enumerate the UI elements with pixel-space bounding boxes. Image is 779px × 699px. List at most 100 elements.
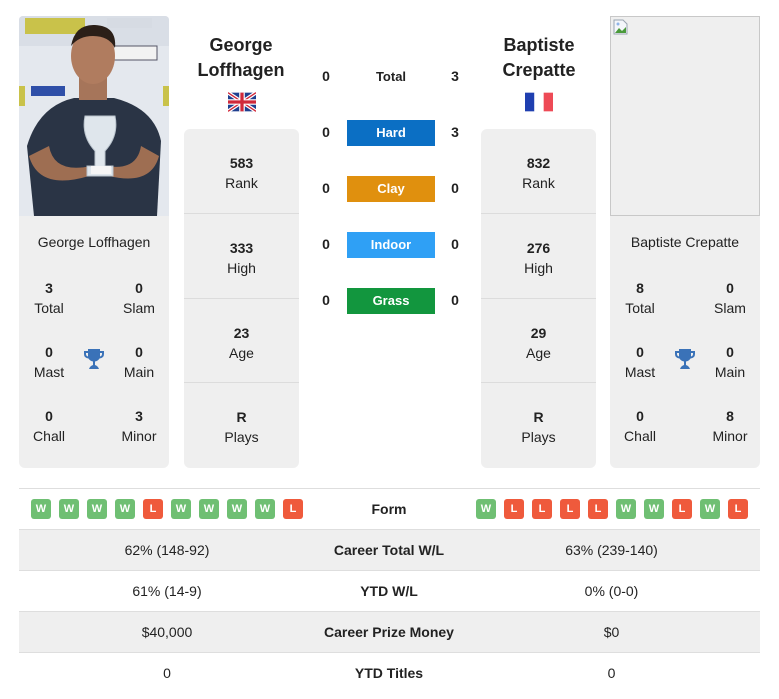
table-row: 0 YTD Titles 0 (19, 652, 760, 693)
player2-titles-main: 0 Main (700, 342, 760, 382)
h2h-p2-value: 0 (451, 236, 459, 252)
form-win-badge[interactable]: W (59, 499, 79, 519)
titles-main-label: Main (123, 364, 155, 380)
table-row: 61% (14-9) YTD W/L 0% (0-0) (19, 570, 760, 611)
france-flag-icon (525, 92, 553, 112)
form-loss-badge[interactable]: L (672, 499, 692, 519)
row-label: YTD Titles (354, 665, 424, 681)
h2h-p2-value: 0 (451, 292, 459, 308)
age-label: Age (229, 344, 254, 361)
titles-chall-label: Chall (33, 428, 65, 444)
age-label: Age (526, 344, 551, 361)
player1-titles-minor: 3 Minor (109, 406, 169, 446)
age-value: 29 (530, 324, 547, 341)
surface-badge-clay[interactable]: Clay (347, 176, 435, 202)
table-row: 62% (148-92) Career Total W/L 63% (239-1… (19, 529, 760, 570)
h2h-p1-value: 0 (322, 68, 330, 84)
titles-main-label: Main (714, 364, 746, 380)
player1-titles-chall: 0 Chall (19, 406, 79, 446)
player2-titles-mast: 0 Mast (610, 342, 670, 382)
player1-first-name: George (209, 35, 273, 55)
player2-photo (610, 16, 760, 216)
h2h-row-total: 0 Total 3 (310, 64, 470, 90)
player1-value: $40,000 (141, 624, 193, 640)
player1-titles-mast: 0 Mast (19, 342, 79, 382)
high-value: 333 (229, 239, 254, 256)
titles-main-value: 0 (135, 344, 143, 360)
form-win-badge[interactable]: W (644, 499, 664, 519)
form-loss-badge[interactable]: L (560, 499, 580, 519)
player2-plays: R Plays (481, 383, 596, 468)
player2-titles-minor: 8 Minor (700, 406, 760, 446)
h2h-row-indoor: 0 Indoor 0 (310, 232, 470, 258)
titles-slam-label: Slam (714, 300, 746, 316)
player2-first-name: Baptiste (503, 35, 575, 55)
h2h-p1-value: 0 (322, 292, 330, 308)
row-label: Career Total W/L (333, 542, 445, 558)
h2h-label-total: Total (375, 69, 407, 84)
form-label: Form (371, 501, 407, 517)
player1-value: 61% (14-9) (132, 583, 202, 599)
form-win-badge[interactable]: W (199, 499, 219, 519)
form-win-badge[interactable]: W (87, 499, 107, 519)
rank-value: 832 (526, 155, 551, 171)
titles-minor-value: 3 (135, 408, 143, 424)
high-label: High (524, 259, 553, 276)
titles-minor-label: Minor (712, 428, 748, 444)
titles-chall-value: 0 (45, 408, 53, 424)
surface-badge-hard[interactable]: Hard (347, 120, 435, 146)
form-win-badge[interactable]: W (616, 499, 636, 519)
rank-value: 583 (229, 155, 254, 171)
player1-value: 62% (148-92) (124, 542, 210, 558)
player1-rank: 583 Rank (184, 129, 299, 214)
form-loss-badge[interactable]: L (283, 499, 303, 519)
form-loss-badge[interactable]: L (588, 499, 608, 519)
row-label: YTD W/L (360, 583, 418, 599)
player2-titles-card: Baptiste Crepatte 8 Total 0 Slam 0 Mast … (610, 216, 760, 468)
form-win-badge[interactable]: W (476, 499, 496, 519)
player1-age: 23 Age (184, 299, 299, 384)
titles-mast-label: Mast (33, 364, 65, 380)
player1-name-heading[interactable]: George Loffhagen (166, 33, 316, 83)
player1-full-name[interactable]: George Loffhagen (19, 234, 169, 250)
form-win-badge[interactable]: W (171, 499, 191, 519)
player2-full-name[interactable]: Baptiste Crepatte (610, 234, 760, 250)
player2-stats: 832 Rank 276 High 29 Age R Plays (481, 129, 596, 468)
form-win-badge[interactable]: W (255, 499, 275, 519)
titles-minor-value: 8 (726, 408, 734, 424)
h2h-row-grass: 0 Grass 0 (310, 288, 470, 314)
titles-main-value: 0 (726, 344, 734, 360)
player1-form: WWWWLWWWWL (31, 499, 303, 519)
plays-label: Plays (521, 429, 556, 446)
h2h-p2-value: 3 (451, 124, 459, 140)
form-win-badge[interactable]: W (31, 499, 51, 519)
form-win-badge[interactable]: W (700, 499, 720, 519)
high-label: High (227, 259, 256, 276)
titles-mast-value: 0 (45, 344, 53, 360)
form-loss-badge[interactable]: L (143, 499, 163, 519)
table-row: $40,000 Career Prize Money $0 (19, 611, 760, 652)
titles-mast-label: Mast (624, 364, 656, 380)
form-loss-badge[interactable]: L (728, 499, 748, 519)
comparison-table: WWWWLWWWWL Form WLLLLWWLWL 62% (148-92) … (19, 488, 760, 693)
surface-badge-indoor[interactable]: Indoor (347, 232, 435, 258)
uk-flag-icon (226, 91, 258, 113)
player1-high: 333 High (184, 214, 299, 299)
titles-chall-value: 0 (636, 408, 644, 424)
player1-value: 0 (163, 665, 171, 681)
trophy-icon (82, 347, 106, 371)
player2-high: 276 High (481, 214, 596, 299)
player2-last-name: Crepatte (502, 60, 576, 80)
titles-chall-label: Chall (624, 428, 656, 444)
titles-minor-label: Minor (121, 428, 157, 444)
form-win-badge[interactable]: W (115, 499, 135, 519)
rank-label: Rank (522, 175, 555, 191)
titles-mast-value: 0 (636, 344, 644, 360)
form-win-badge[interactable]: W (227, 499, 247, 519)
form-loss-badge[interactable]: L (532, 499, 552, 519)
form-loss-badge[interactable]: L (504, 499, 524, 519)
plays-value: R (236, 409, 247, 426)
surface-badge-grass[interactable]: Grass (347, 288, 435, 314)
h2h-p2-value: 3 (451, 68, 459, 84)
player2-name-heading[interactable]: Baptiste Crepatte (464, 33, 614, 83)
